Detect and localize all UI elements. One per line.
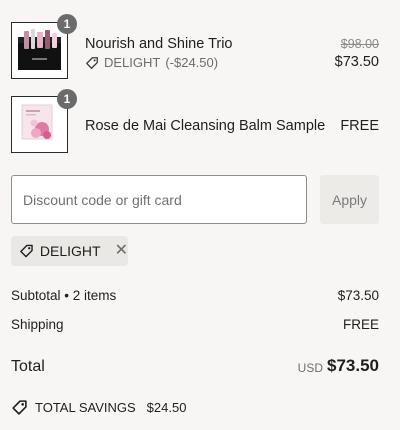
total-label: Total: [11, 358, 45, 375]
item-discount-amount: (-$24.50): [165, 55, 219, 70]
original-price: $98.00: [340, 37, 379, 51]
quantity-badge: 1: [57, 14, 77, 34]
applied-discount-chip: DELIGHT ✕: [11, 236, 128, 266]
product-name: Nourish and Shine Trio: [85, 36, 233, 52]
apply-button[interactable]: Apply: [320, 175, 379, 224]
tag-icon: [12, 400, 27, 415]
tag-icon: [20, 244, 33, 258]
shipping-label: Shipping: [11, 317, 64, 332]
quantity-badge: 1: [57, 89, 77, 109]
subtotal-label: Subtotal • 2 items: [11, 288, 117, 303]
item-discount: DELIGHT (-$24.50): [85, 55, 218, 70]
applied-discount-code: DELIGHT: [39, 243, 101, 259]
savings-value: $24.50: [146, 400, 187, 415]
item-discount-code: DELIGHT: [104, 55, 161, 70]
total-currency: USD: [297, 361, 323, 375]
total-value: $73.50: [327, 356, 379, 375]
discount-code-input[interactable]: [11, 175, 307, 224]
remove-discount-icon[interactable]: ✕: [115, 243, 128, 259]
item-price: FREE: [340, 118, 379, 134]
item-price: $73.50: [334, 54, 379, 70]
subtotal-value: $73.50: [337, 288, 379, 303]
savings-label: TOTAL SAVINGS: [35, 400, 136, 415]
total-savings: TOTAL SAVINGS $24.50: [11, 399, 186, 416]
gift-box-product-image: [14, 25, 65, 76]
product-name: Rose de Mai Cleansing Balm Sample: [85, 118, 326, 134]
tag-icon: [86, 56, 98, 69]
shipping-value: FREE: [342, 317, 379, 332]
